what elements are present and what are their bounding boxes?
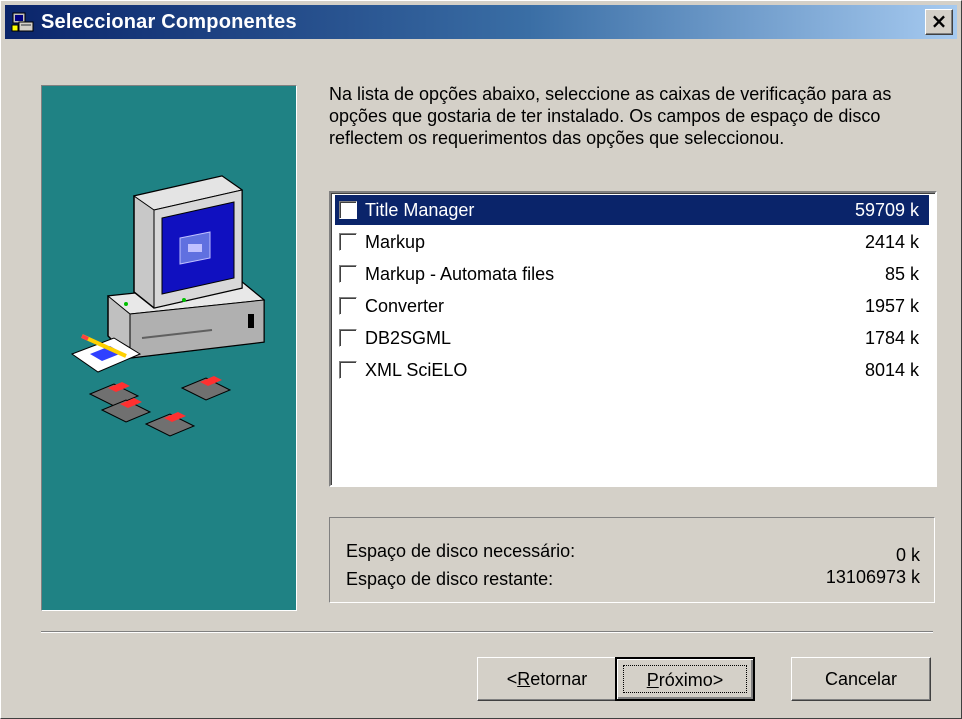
component-name: XML SciELO xyxy=(365,360,468,380)
next-button-label: Próximo> xyxy=(646,670,724,690)
cancel-button-label: Cancelar xyxy=(824,669,898,689)
component-name: Markup - Automata files xyxy=(365,264,555,284)
floppy-disk-icon xyxy=(180,376,232,401)
disk-required-value: 0 k xyxy=(895,545,920,565)
separator-line xyxy=(41,631,933,633)
disk-required-label: Espaço de disco necessário: xyxy=(346,541,576,561)
disk-remaining-value: 13106973 k xyxy=(825,567,920,587)
back-button[interactable]: <Retornar xyxy=(477,657,617,701)
component-size: 59709 k xyxy=(854,200,919,220)
setup-dialog: Seleccionar Componentes × Na lista de op… xyxy=(0,0,962,719)
window-title: Seleccionar Componentes xyxy=(41,11,297,33)
close-icon: × xyxy=(930,9,948,33)
list-item[interactable]: Title Manager 59709 k xyxy=(335,195,929,225)
computer-illustration-icon xyxy=(70,175,266,437)
component-checkbox[interactable] xyxy=(339,297,357,315)
component-name: Converter xyxy=(365,296,445,316)
list-item[interactable]: Converter 1957 k xyxy=(335,291,929,321)
list-item[interactable]: Markup 2414 k xyxy=(335,227,929,257)
cancel-button[interactable]: Cancelar xyxy=(791,657,931,701)
component-checkbox[interactable] xyxy=(339,265,357,283)
installer-icon xyxy=(11,12,34,32)
component-name: Markup xyxy=(365,232,426,252)
instructions-text: Na lista de opções abaixo, seleccione as… xyxy=(329,84,892,148)
component-name: DB2SGML xyxy=(365,328,452,348)
component-size: 8014 k xyxy=(864,360,919,380)
next-button[interactable]: Próximo> xyxy=(615,657,755,701)
list-item[interactable]: DB2SGML 1784 k xyxy=(335,323,929,353)
component-name: Title Manager xyxy=(365,200,475,220)
component-size: 85 k xyxy=(884,264,919,284)
component-checkbox[interactable] xyxy=(339,329,357,347)
floppy-disk-icon xyxy=(144,412,196,437)
components-listbox[interactable]: Title Manager 59709 k Markup 2414 k Mark… xyxy=(329,191,937,487)
component-checkbox[interactable] xyxy=(339,233,357,251)
title-bar[interactable]: Seleccionar Componentes × xyxy=(5,5,957,39)
disk-space-group: Espaço de disco necessário: 0 k Espaço d… xyxy=(329,517,935,603)
component-checkbox[interactable] xyxy=(339,361,357,379)
illustration-panel xyxy=(41,85,297,611)
disk-remaining-label: Espaço de disco restante: xyxy=(346,569,554,589)
component-size: 1784 k xyxy=(864,328,919,348)
component-checkbox[interactable] xyxy=(339,201,357,219)
component-size: 2414 k xyxy=(864,232,919,252)
close-button[interactable]: × xyxy=(925,9,953,35)
list-item[interactable]: XML SciELO 8014 k xyxy=(335,355,929,385)
list-item[interactable]: Markup - Automata files 85 k xyxy=(335,259,929,289)
back-button-label: <Retornar xyxy=(506,669,588,689)
component-size: 1957 k xyxy=(864,296,919,316)
